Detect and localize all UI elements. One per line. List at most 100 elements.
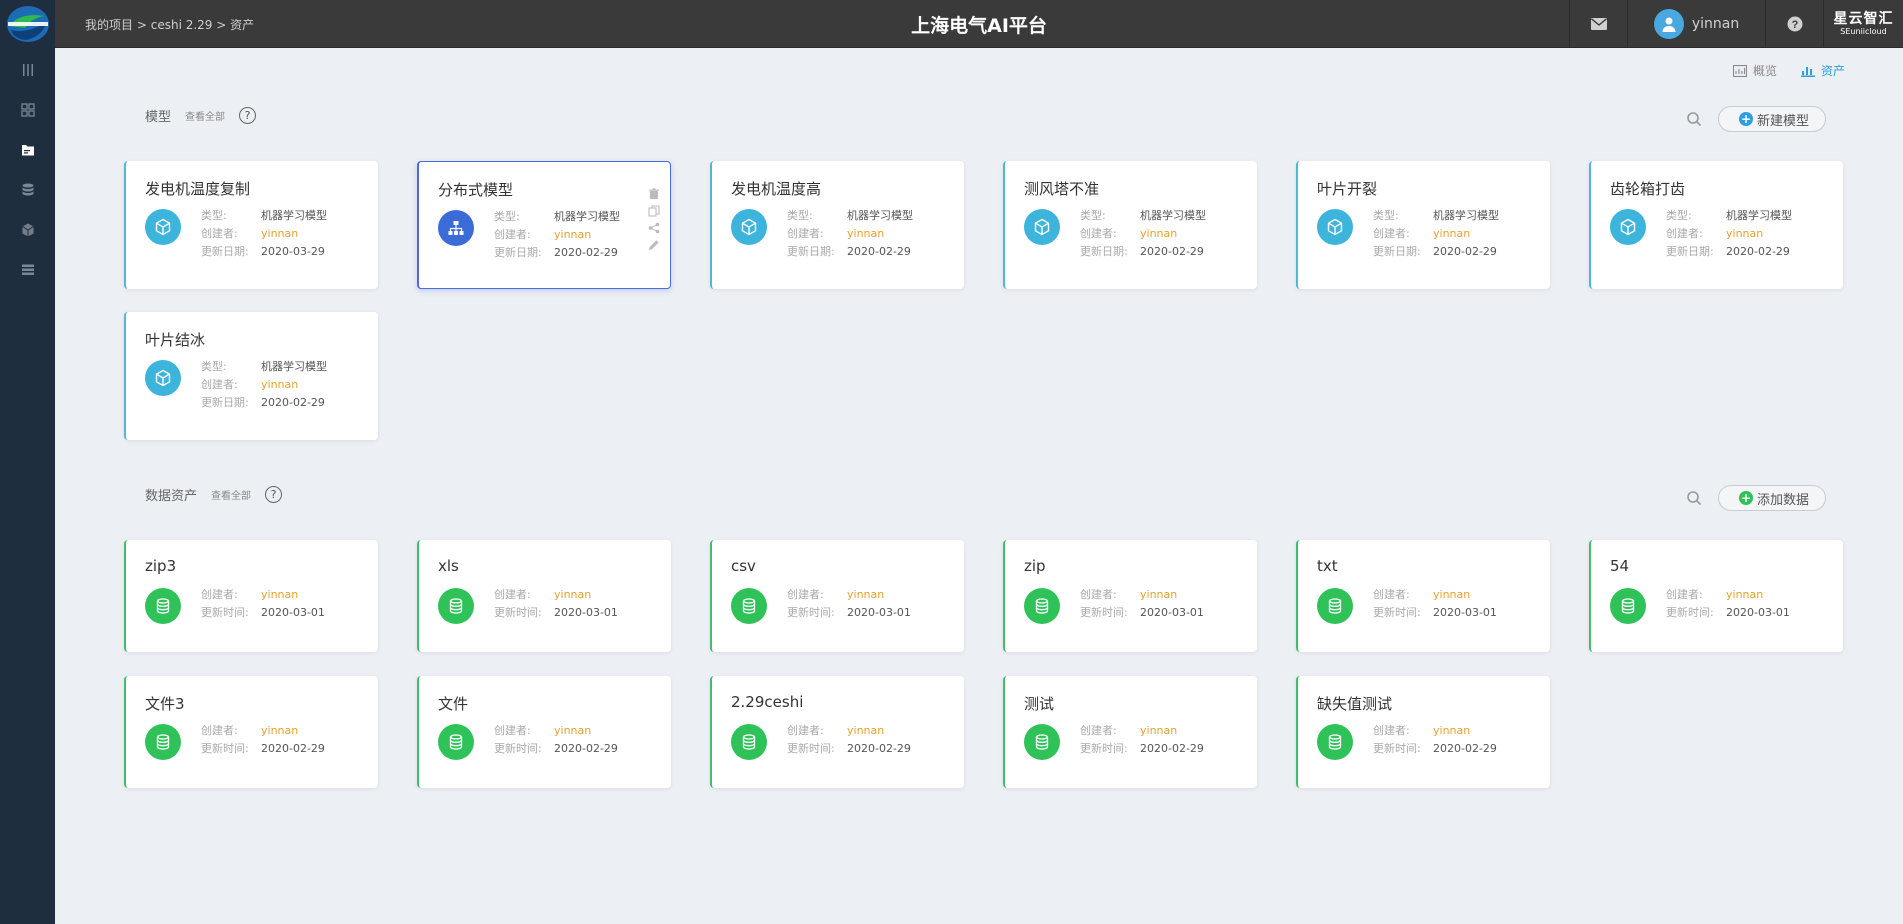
brand-name: 星云智汇	[1833, 11, 1894, 27]
meta-row: 创建者: yinnan	[787, 722, 911, 740]
data-card[interactable]: csv 创建者: yinnan 更新时间: 2020-03-01	[710, 540, 964, 652]
meta-label: 更新日期:	[1080, 245, 1128, 258]
share-icon[interactable]	[648, 222, 660, 234]
database-icon	[1317, 588, 1353, 624]
meta-label: 更新时间:	[201, 742, 249, 755]
breadcrumb: 我的项目 > ceshi 2.29 > 资产	[85, 16, 254, 33]
app-logo[interactable]	[0, 0, 55, 48]
model-card[interactable]: 分布式模型 类型: 机器学习模型 创建者: yinnan 更新日期: 2020-02-29	[417, 161, 671, 289]
meta-label: 类型:	[201, 360, 227, 373]
creator-value: yinnan	[1140, 227, 1178, 240]
data-card[interactable]: 缺失值测试 创建者: yinnan 更新时间: 2020-02-29	[1296, 676, 1550, 788]
models-view-all-link[interactable]: 查看全部	[185, 108, 225, 123]
model-card[interactable]: 叶片开裂 类型: 机器学习模型 创建者: yinnan 更新日期: 2020-02-29	[1296, 161, 1550, 289]
database-icon	[145, 588, 181, 624]
meta-label: 创建者:	[787, 588, 824, 601]
breadcrumb-item-project[interactable]: ceshi 2.29	[151, 18, 213, 32]
mail-button[interactable]	[1569, 0, 1627, 48]
meta-label: 更新时间:	[1666, 606, 1714, 619]
data-card[interactable]: 文件3 创建者: yinnan 更新时间: 2020-02-29	[124, 676, 378, 788]
creator-value: yinnan	[554, 228, 592, 241]
meta-row: 类型: 机器学习模型	[787, 207, 913, 225]
model-card[interactable]: 齿轮箱打齿 类型: 机器学习模型 创建者: yinnan 更新日期: 2020-02-29	[1589, 161, 1843, 289]
data-card[interactable]: 文件 创建者: yinnan 更新时间: 2020-02-29	[417, 676, 671, 788]
meta-row: 更新时间: 2020-02-29	[1373, 740, 1497, 758]
data-card[interactable]: 2.29ceshi 创建者: yinnan 更新时间: 2020-02-29	[710, 676, 964, 788]
meta-value: 机器学习模型	[847, 209, 913, 222]
data-card[interactable]: 54 创建者: yinnan 更新时间: 2020-03-01	[1589, 540, 1843, 652]
delete-icon[interactable]	[648, 188, 660, 200]
user-menu[interactable]: yinnan	[1627, 0, 1765, 48]
copy-icon[interactable]	[648, 205, 660, 217]
new-model-button[interactable]: + 新建模型	[1717, 106, 1826, 132]
model-card[interactable]: 叶片结冰 类型: 机器学习模型 创建者: yinnan 更新日期: 2020-02-29	[124, 312, 378, 440]
folder-icon[interactable]	[0, 130, 55, 170]
creator-value: yinnan	[261, 724, 299, 737]
help-button[interactable]: ?	[1765, 0, 1823, 48]
model-card-meta: 类型: 机器学习模型 创建者: yinnan 更新日期: 2020-02-29	[1080, 207, 1206, 261]
meta-row: 创建者: yinnan	[787, 586, 911, 604]
table-icon[interactable]	[0, 250, 55, 290]
meta-label: 更新时间:	[1080, 742, 1128, 755]
meta-value: 2020-02-29	[554, 246, 618, 259]
database-icon[interactable]	[0, 170, 55, 210]
meta-value: 2020-03-29	[261, 245, 325, 258]
data-card-title: 54	[1610, 557, 1630, 575]
database-icon	[1610, 588, 1646, 624]
data-card[interactable]: 测试 创建者: yinnan 更新时间: 2020-02-29	[1003, 676, 1257, 788]
creator-value: yinnan	[261, 227, 299, 240]
data-card[interactable]: txt 创建者: yinnan 更新时间: 2020-03-01	[1296, 540, 1550, 652]
data-card-title: txt	[1317, 557, 1338, 575]
add-data-button[interactable]: + 添加数据	[1717, 485, 1826, 511]
data-section-title: 数据资产	[145, 489, 198, 504]
models-help-icon[interactable]: ?	[239, 107, 257, 124]
meta-value: 2020-03-01	[1140, 606, 1204, 619]
chart-icon	[1732, 64, 1747, 77]
overview-tab[interactable]: 概览	[1732, 62, 1777, 79]
plus-icon: +	[1738, 491, 1753, 505]
brand-logo: 星云智汇 SEuniicloud	[1823, 0, 1903, 48]
assets-tab[interactable]: 资产	[1800, 62, 1845, 79]
meta-row: 创建者: yinnan	[1080, 586, 1204, 604]
data-card[interactable]: zip3 创建者: yinnan 更新时间: 2020-03-01	[124, 540, 378, 652]
data-help-icon[interactable]: ?	[265, 486, 283, 503]
data-search-icon[interactable]	[1684, 488, 1704, 508]
meta-label: 更新日期:	[1373, 245, 1421, 258]
meta-label: 创建者:	[787, 724, 824, 737]
meta-label: 创建者:	[1373, 227, 1410, 240]
meta-label: 更新日期:	[1666, 245, 1714, 258]
meta-label: 类型:	[1666, 209, 1692, 222]
meta-value: 2020-03-01	[554, 606, 618, 619]
brand-name-en: SEuniicloud	[1840, 27, 1887, 36]
view-toggle: 概览 资产	[1732, 62, 1845, 79]
model-card[interactable]: 发电机温度高 类型: 机器学习模型 创建者: yinnan 更新日期: 2020-02-29	[710, 161, 964, 289]
meta-label: 更新日期:	[494, 246, 542, 259]
cube-icon[interactable]	[0, 210, 55, 250]
meta-label: 创建者:	[1666, 588, 1703, 601]
breadcrumb-item-projects[interactable]: 我的项目	[85, 18, 133, 32]
meta-row: 更新日期: 2020-02-29	[494, 244, 620, 262]
model-card[interactable]: 发电机温度复制 类型: 机器学习模型 创建者: yinnan 更新日期: 2020-03-2…	[124, 161, 378, 289]
meta-label: 创建者:	[201, 227, 238, 240]
creator-value: yinnan	[554, 724, 592, 737]
menu-toggle-icon[interactable]	[0, 50, 55, 90]
models-search-icon[interactable]	[1684, 109, 1704, 129]
data-view-all-link[interactable]: 查看全部	[211, 487, 251, 502]
creator-value: yinnan	[261, 378, 299, 391]
meta-value: 2020-02-29	[1726, 245, 1790, 258]
meta-label: 类型:	[201, 209, 227, 222]
meta-label: 更新时间:	[201, 606, 249, 619]
meta-row: 创建者: yinnan	[787, 225, 913, 243]
edit-icon[interactable]	[648, 239, 660, 251]
meta-row: 类型: 机器学习模型	[1080, 207, 1206, 225]
meta-row: 更新日期: 2020-02-29	[787, 243, 913, 261]
data-card[interactable]: xls 创建者: yinnan 更新时间: 2020-03-01	[417, 540, 671, 652]
model-card[interactable]: 测风塔不准 类型: 机器学习模型 创建者: yinnan 更新日期: 2020-02-29	[1003, 161, 1257, 289]
dashboard-icon[interactable]	[0, 90, 55, 130]
user-icon	[1662, 17, 1676, 32]
meta-value: 2020-02-29	[1140, 245, 1204, 258]
meta-row: 创建者: yinnan	[201, 586, 325, 604]
data-card[interactable]: zip 创建者: yinnan 更新时间: 2020-03-01	[1003, 540, 1257, 652]
meta-row: 类型: 机器学习模型	[1373, 207, 1499, 225]
creator-value: yinnan	[847, 724, 885, 737]
